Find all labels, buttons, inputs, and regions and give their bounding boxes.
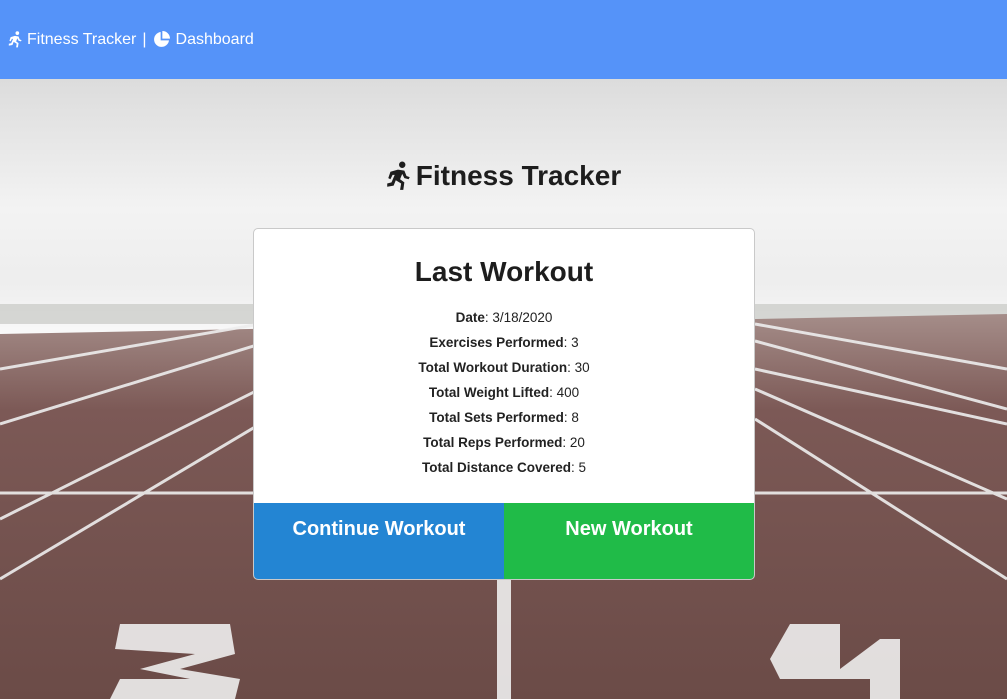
stat-value: 3 [571, 335, 579, 350]
stat-value: 400 [556, 385, 580, 400]
stat-weight: Total Weight Lifted: 400 [428, 385, 580, 400]
stat-value: 5 [578, 460, 587, 475]
stat-duration: Total Workout Duration: 30 [418, 360, 590, 375]
stat-label: Total Workout Duration [418, 360, 568, 375]
stat-label: Total Sets Performed [429, 410, 564, 425]
stat-date: Date: 3/18/2020 [455, 310, 553, 325]
nav-brand-link[interactable]: Fitness Tracker [8, 31, 136, 49]
page-title: Fitness Tracker [0, 160, 1007, 192]
stat-label: Total Weight Lifted [428, 385, 550, 400]
stat-value: 30 [574, 360, 590, 375]
pie-chart-icon [153, 31, 170, 47]
stat-sets: Total Sets Performed: 8 [429, 410, 579, 425]
stat-exercises: Exercises Performed: 3 [429, 335, 579, 350]
running-person-icon [386, 161, 410, 190]
stat-label: Total Reps Performed [423, 435, 563, 450]
stat-reps: Total Reps Performed: 20 [423, 435, 585, 450]
workout-stats: Date: 3/18/2020 Exercises Performed: 3 T… [254, 305, 754, 480]
nav-dashboard-label: Dashboard [175, 30, 254, 48]
running-person-icon [8, 31, 22, 48]
continue-workout-button[interactable]: Continue Workout [254, 503, 504, 579]
nav-dashboard-link[interactable]: Dashboard [153, 31, 254, 49]
nav-brand-label: Fitness Tracker [27, 30, 137, 48]
stat-label: Total Distance Covered [421, 460, 571, 475]
card-title: Last Workout [414, 256, 594, 287]
nav-links: Fitness Tracker | Dashboard [8, 31, 254, 49]
page-title-text: Fitness Tracker [415, 160, 622, 191]
stat-value: 8 [571, 410, 579, 425]
stat-value: 20 [569, 435, 585, 450]
stat-label: Date [455, 310, 485, 325]
new-workout-button[interactable]: New Workout [504, 503, 754, 579]
last-workout-card: Last Workout Date: 3/18/2020 Exercises P… [253, 228, 755, 580]
navbar: Fitness Tracker | Dashboard [0, 0, 1007, 79]
card-actions: Continue Workout New Workout [254, 503, 754, 579]
nav-separator: | [142, 30, 147, 48]
stat-value: 3/18/2020 [492, 310, 553, 325]
stat-label: Exercises Performed [429, 335, 564, 350]
stat-distance: Total Distance Covered: 5 [421, 460, 587, 475]
